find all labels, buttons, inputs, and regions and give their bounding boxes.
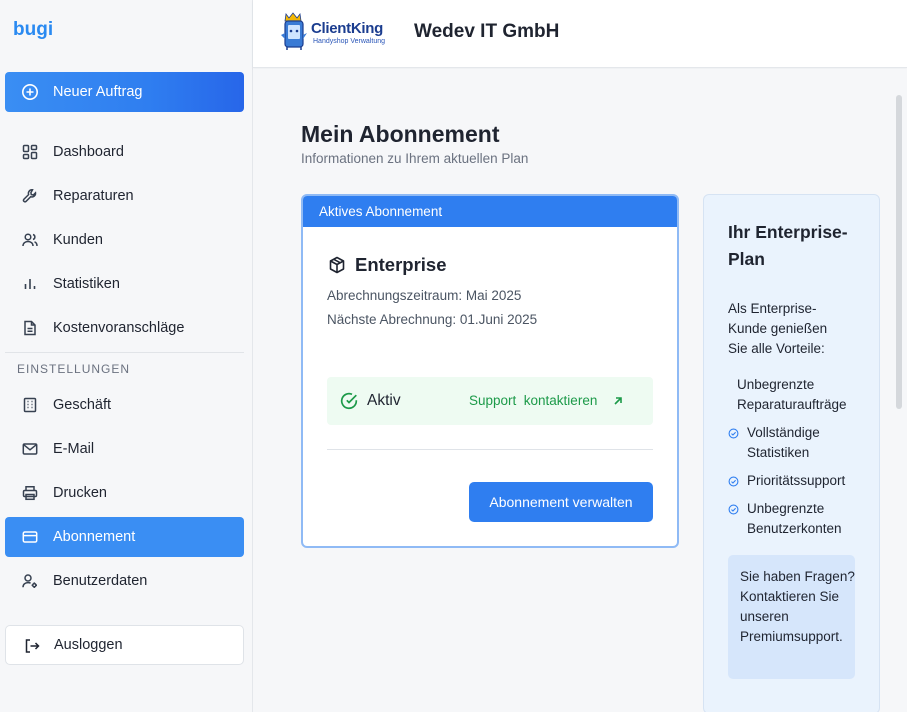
new-order-label: Neuer Auftrag	[53, 84, 143, 100]
company-name: Wedev IT GmbH	[414, 21, 560, 42]
sidebar-item-label: E-Mail	[53, 441, 95, 457]
bar-chart-icon	[24, 279, 36, 289]
logo-wordmark: ClientKing	[311, 20, 383, 37]
manage-subscription-button[interactable]: Abonnement verwalten	[469, 482, 653, 522]
scrollbar-thumb[interactable]	[896, 95, 902, 409]
contact-support-link[interactable]: Support kontaktieren	[469, 393, 625, 408]
mail-icon	[22, 443, 38, 455]
sidebar-item-label: Drucken	[53, 485, 107, 501]
clientking-logo[interactable]: ClientKing Handyshop Verwaltung	[277, 11, 393, 51]
sidebar-item-label: Kostenvoranschläge	[53, 320, 185, 336]
arrow-up-right-icon	[614, 396, 623, 405]
plan-row: Enterprise	[327, 254, 447, 276]
status-banner: Aktiv Support kontaktieren	[327, 377, 653, 425]
user-settings-icon	[22, 574, 37, 588]
next-billing: Nächste Abrechnung: 01.Juni 2025	[327, 312, 538, 327]
plan-benefits-panel: Ihr Enterprise-Plan Als Enterprise-Kunde…	[703, 194, 880, 712]
credit-card-icon	[22, 531, 38, 543]
premium-support-text: Sie haben Fragen? Kontaktieren Sie unser…	[740, 569, 855, 644]
sidebar-item-kunden[interactable]: Kunden	[5, 220, 244, 260]
sidebar: bugi Neuer Auftrag Dashboard Reparaturen…	[0, 0, 253, 712]
sidebar-item-label: Abonnement	[53, 529, 136, 545]
sidebar-item-abonnement[interactable]: Abonnement	[5, 517, 244, 557]
page-subtitle: Informationen zu Ihrem aktuellen Plan	[301, 151, 529, 166]
logo-tagline: Handyshop Verwaltung	[313, 38, 385, 45]
card-divider	[327, 449, 653, 450]
feature-item: Unbegrenzte Reparaturaufträge	[737, 375, 867, 415]
sidebar-item-label: Benutzerdaten	[53, 573, 148, 589]
subscription-card-header: Aktives Abonnement	[303, 196, 677, 227]
settings-section-title: EINSTELLUNGEN	[17, 362, 131, 376]
promo-intro: Als Enterprise-Kunde genießen Sie alle V…	[728, 301, 828, 356]
sidebar-item-geschaeft[interactable]: Geschäft	[5, 385, 244, 425]
logout-button[interactable]: Ausloggen	[5, 625, 244, 665]
sidebar-item-label: Dashboard	[53, 144, 124, 160]
check-circle-icon	[728, 476, 739, 487]
sidebar-item-reparaturen[interactable]: Reparaturen	[5, 176, 244, 216]
check-circle-icon	[728, 504, 739, 515]
contact-support-label: Support kontaktieren	[469, 393, 598, 408]
sidebar-item-label: Geschäft	[53, 397, 112, 413]
sidebar-item-dashboard[interactable]: Dashboard	[5, 132, 244, 172]
feature-label: Unbegrenzte Benutzerkonten	[747, 501, 842, 536]
premium-support-box: Sie haben Fragen? Kontaktieren Sie unser…	[728, 555, 855, 679]
feature-label: Unbegrenzte Reparaturaufträge	[737, 377, 847, 412]
plan-name: Enterprise	[355, 254, 447, 275]
printer-icon	[22, 486, 38, 501]
brand-logo[interactable]: bugi	[13, 19, 53, 41]
sidebar-item-label: Reparaturen	[53, 188, 134, 204]
sidebar-item-statistiken[interactable]: Statistiken	[5, 264, 244, 304]
sidebar-item-benutzerdaten[interactable]: Benutzerdaten	[5, 561, 244, 601]
sidebar-item-label: Kunden	[53, 232, 103, 248]
sidebar-item-drucken[interactable]: Drucken	[5, 473, 244, 513]
promo-title: Ihr Enterprise-Plan	[728, 222, 848, 269]
dashboard-icon	[22, 144, 38, 160]
check-circle-icon	[728, 428, 739, 439]
document-icon	[24, 320, 36, 336]
sidebar-divider	[5, 352, 244, 353]
sidebar-item-kostenvoranschlaege[interactable]: Kostenvoranschläge	[5, 308, 244, 348]
wrench-icon	[22, 189, 37, 203]
logout-label: Ausloggen	[54, 637, 123, 653]
feature-label: Vollständige Statistiken	[747, 425, 820, 460]
plus-circle-icon	[22, 84, 38, 100]
feature-label: Prioritätssupport	[747, 473, 846, 488]
subscription-card: Aktives Abonnement Enterprise Abrechnung…	[301, 194, 679, 548]
sidebar-item-label: Statistiken	[53, 276, 120, 292]
logout-icon	[25, 639, 40, 653]
package-icon	[329, 256, 345, 274]
main-content: Mein Abonnement Informationen zu Ihrem a…	[253, 69, 907, 712]
building-icon	[23, 397, 37, 413]
sidebar-item-email[interactable]: E-Mail	[5, 429, 244, 469]
page-title: Mein Abonnement	[301, 121, 500, 147]
top-header: ClientKing Handyshop Verwaltung Wedev IT…	[253, 0, 907, 68]
check-circle-icon	[340, 392, 358, 410]
new-order-button[interactable]: Neuer Auftrag	[5, 72, 244, 112]
users-icon	[22, 233, 38, 247]
king-mascot-icon	[281, 12, 307, 50]
billing-period: Abrechnungszeitraum: Mai 2025	[327, 288, 522, 303]
status-label: Aktiv	[367, 392, 401, 409]
